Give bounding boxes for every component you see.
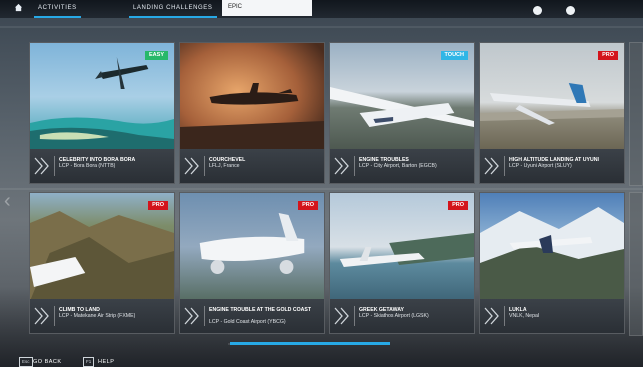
card-info: GREEK GETAWAY LCP - Skiathos Airport (LG…	[330, 299, 474, 333]
card-info: HIGH ALTITUDE LANDING AT UYUNI LCP - Uyu…	[480, 149, 624, 183]
card-subtitle: VNLK, Nepal	[509, 313, 539, 319]
chevron-right-icon	[34, 157, 49, 175]
go-back-button[interactable]: GO BACK	[33, 358, 62, 367]
help-button[interactable]: HELP	[98, 358, 114, 367]
difficulty-badge: PRO	[448, 201, 468, 210]
background-beam	[0, 26, 643, 28]
chevron-right-icon	[484, 157, 499, 175]
card-subtitle: LCP - Gold Coast Airport (YBCG)	[209, 319, 286, 325]
card-info: CELEBRITY INTO BORA BORA LCP - Bora Bora…	[30, 149, 174, 183]
card-title: ENGINE TROUBLE AT THE GOLD COAST	[209, 307, 312, 313]
card-subtitle: LCP - Bora Bora (NTTB)	[59, 163, 116, 169]
chevron-right-icon	[184, 157, 199, 175]
divider	[54, 156, 55, 176]
chevron-right-icon	[184, 307, 199, 325]
tab-landing-challenges[interactable]: LANDING CHALLENGES	[129, 1, 216, 18]
card-subtitle: LCP - Skiathos Airport (LGSK)	[359, 313, 429, 319]
chevron-right-icon	[334, 157, 349, 175]
challenge-card[interactable]: PRO GREEK GETAWAY LCP - Skiathos Airport…	[329, 192, 475, 334]
chevron-right-icon	[484, 307, 499, 325]
esc-key-hint: Esc	[19, 357, 33, 367]
challenge-card[interactable]: LUKLA VNLK, Nepal	[479, 192, 625, 334]
difficulty-badge: EASY	[145, 51, 168, 60]
card-subtitle: LCP - City Airport, Barton (EGCB)	[359, 163, 437, 169]
top-right-icons	[513, 2, 575, 20]
card-info: ENGINE TROUBLES LCP - City Airport, Bart…	[330, 149, 474, 183]
challenge-card[interactable]: PRO HIGH ALTITUDE LANDING AT UYUNI LCP -…	[479, 42, 625, 184]
scroll-left-icon[interactable]: ‹	[4, 190, 11, 213]
next-card-peek[interactable]	[629, 42, 643, 186]
divider	[504, 156, 505, 176]
divider	[354, 306, 355, 326]
background-beam	[0, 188, 643, 190]
divider	[504, 306, 505, 326]
tab-epic[interactable]: EPIC	[222, 0, 312, 16]
top-tab-bar: ACTIVITIES LANDING CHALLENGES EPIC	[0, 0, 643, 18]
difficulty-badge: PRO	[598, 51, 618, 60]
challenge-image	[180, 43, 324, 151]
home-icon[interactable]	[14, 3, 23, 12]
carousel-scroll-thumb[interactable]	[230, 342, 390, 345]
divider	[54, 306, 55, 326]
challenge-image	[480, 193, 624, 301]
difficulty-badge: PRO	[148, 201, 168, 210]
profile-icon[interactable]	[532, 6, 542, 15]
card-subtitle: LFLJ, France	[209, 163, 240, 169]
divider	[204, 306, 205, 326]
tab-activities[interactable]: ACTIVITIES	[34, 1, 81, 18]
card-subtitle: LCP - Uyuni Airport (SLUY)	[509, 163, 572, 169]
card-info: COURCHEVEL LFLJ, France	[180, 149, 324, 183]
challenge-card[interactable]: PRO ENGINE TROUBLE AT THE GOLD COAST LCP…	[179, 192, 325, 334]
settings-icon[interactable]	[566, 6, 575, 15]
challenge-card[interactable]: PRO CLIMB TO LAND LCP - Matekane Air Str…	[29, 192, 175, 334]
chevron-right-icon	[34, 307, 49, 325]
chevron-right-icon	[334, 307, 349, 325]
f1-key-hint: F1	[83, 357, 95, 367]
challenge-card[interactable]: TOUCH ENGINE TROUBLES LCP - City Airport…	[329, 42, 475, 184]
next-card-peek[interactable]	[629, 192, 643, 336]
difficulty-badge: PRO	[298, 201, 318, 210]
challenge-card[interactable]: COURCHEVEL LFLJ, France	[179, 42, 325, 184]
divider	[354, 156, 355, 176]
card-info: CLIMB TO LAND LCP - Matekane Air Strip (…	[30, 299, 174, 333]
card-info: LUKLA VNLK, Nepal	[480, 299, 624, 333]
card-info: ENGINE TROUBLE AT THE GOLD COAST LCP - G…	[180, 299, 324, 333]
divider	[204, 156, 205, 176]
card-subtitle: LCP - Matekane Air Strip (FXME)	[59, 313, 136, 319]
challenge-card[interactable]: EASY CELEBRITY INTO BORA BORA LCP - Bora…	[29, 42, 175, 184]
difficulty-badge: TOUCH	[440, 51, 468, 60]
footer-bar: Esc GO BACK F1 HELP	[0, 353, 643, 367]
